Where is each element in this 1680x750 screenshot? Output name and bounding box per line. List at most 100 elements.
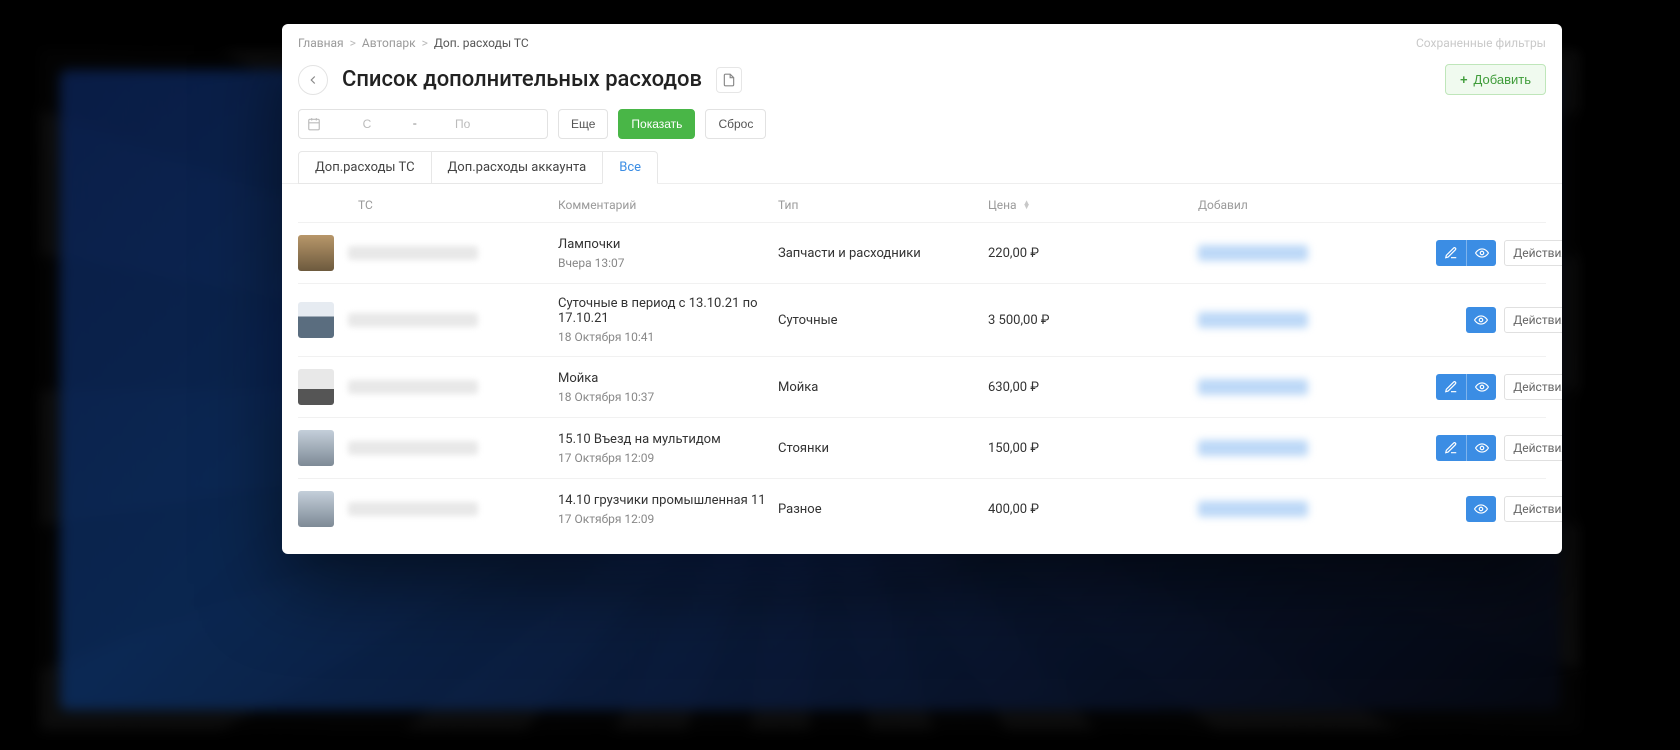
added-by-blurred bbox=[1198, 245, 1308, 261]
comment-date: 18 Октября 10:41 bbox=[558, 330, 768, 344]
edit-icon bbox=[1444, 380, 1458, 394]
comment-date: 18 Октября 10:37 bbox=[558, 390, 768, 404]
vehicle-cell bbox=[298, 302, 548, 338]
eye-icon bbox=[1474, 502, 1488, 516]
comment-date: 17 Октября 12:09 bbox=[558, 451, 768, 465]
tab-2[interactable]: Все bbox=[602, 151, 658, 184]
view-button[interactable] bbox=[1466, 307, 1496, 333]
apply-button[interactable]: Показать bbox=[618, 109, 695, 139]
actions-dropdown-label: Действия bbox=[1513, 380, 1562, 394]
actions-dropdown[interactable]: Действия▾ bbox=[1504, 435, 1562, 461]
type-cell: Запчасти и расходники bbox=[778, 246, 978, 261]
col-type: Тип bbox=[778, 198, 978, 212]
comment-text: Мойка bbox=[558, 371, 768, 386]
sort-icon: ▲▼ bbox=[1023, 201, 1031, 209]
edit-button[interactable] bbox=[1436, 374, 1466, 400]
actions-dropdown[interactable]: Действия▾ bbox=[1504, 496, 1562, 522]
comment-text: Лампочки bbox=[558, 237, 768, 252]
actions-dropdown-label: Действия bbox=[1513, 246, 1562, 260]
type-cell: Стоянки bbox=[778, 441, 978, 456]
eye-icon bbox=[1475, 380, 1489, 394]
arrow-left-icon bbox=[306, 73, 320, 87]
comment-text: 15.10 Въезд на мультидом bbox=[558, 432, 768, 447]
icon-button-group bbox=[1466, 307, 1496, 333]
price-cell: 220,00 ₽ bbox=[988, 246, 1188, 261]
actions-dropdown[interactable]: Действия▾ bbox=[1504, 307, 1562, 333]
comment-text: Суточные в период с 13.10.21 по 17.10.21 bbox=[558, 296, 768, 326]
more-filters-button[interactable]: Еще bbox=[558, 109, 608, 139]
added-by-blurred bbox=[1198, 501, 1308, 517]
page-title: Список дополнительных расходов bbox=[342, 67, 702, 92]
added-by-blurred bbox=[1198, 312, 1308, 328]
breadcrumb-item-fleet[interactable]: Автопарк bbox=[362, 36, 416, 50]
comment-cell: Мойка 18 Октября 10:37 bbox=[558, 371, 768, 404]
view-button[interactable] bbox=[1466, 435, 1496, 461]
vehicle-thumbnail[interactable] bbox=[298, 302, 334, 338]
view-button[interactable] bbox=[1466, 240, 1496, 266]
row-actions: Действия▾ bbox=[1418, 496, 1562, 522]
plus-icon: + bbox=[1460, 72, 1468, 87]
icon-button-group bbox=[1436, 435, 1496, 461]
added-by-cell bbox=[1198, 440, 1408, 456]
icon-button-group bbox=[1466, 496, 1496, 522]
document-icon[interactable] bbox=[716, 67, 742, 93]
saved-filters-link[interactable]: Сохраненные фильтры bbox=[1416, 36, 1546, 50]
col-price[interactable]: Цена ▲▼ bbox=[988, 198, 1188, 212]
view-button[interactable] bbox=[1466, 496, 1496, 522]
price-cell: 3 500,00 ₽ bbox=[988, 313, 1188, 328]
add-button-label: Добавить bbox=[1474, 72, 1531, 87]
expenses-table: ТС Комментарий Тип Цена ▲▼ Добавил Лампо… bbox=[282, 184, 1562, 539]
row-actions: Действия▾ bbox=[1418, 374, 1562, 400]
edit-icon bbox=[1444, 441, 1458, 455]
added-by-cell bbox=[1198, 245, 1408, 261]
comment-date: 17 Октября 12:09 bbox=[558, 512, 768, 526]
main-panel: Главная > Автопарк > Доп. расходы ТС Сох… bbox=[282, 24, 1562, 554]
icon-button-group bbox=[1436, 240, 1496, 266]
filters-row: - Еще Показать Сброс bbox=[282, 109, 1562, 151]
back-button[interactable] bbox=[298, 65, 328, 95]
col-comment: Комментарий bbox=[558, 198, 768, 212]
eye-icon bbox=[1474, 313, 1488, 327]
date-to-input[interactable] bbox=[423, 117, 503, 131]
tab-0[interactable]: Доп.расходы ТС bbox=[298, 151, 432, 184]
vehicle-name-blurred bbox=[348, 380, 478, 394]
table-row: Лампочки Вчера 13:07 Запчасти и расходники… bbox=[298, 222, 1546, 283]
added-by-blurred bbox=[1198, 379, 1308, 395]
date-from-input[interactable] bbox=[327, 117, 407, 131]
vehicle-thumbnail[interactable] bbox=[298, 491, 334, 527]
reset-button[interactable]: Сброс bbox=[705, 109, 766, 139]
comment-cell: 14.10 грузчики промышленная 1117 Октября… bbox=[558, 493, 768, 526]
row-actions: Действия▾ bbox=[1418, 307, 1562, 333]
vehicle-thumbnail[interactable] bbox=[298, 235, 334, 271]
table-row: 15.10 Въезд на мультидом 17 Октября 12:09… bbox=[298, 417, 1546, 478]
vehicle-cell bbox=[298, 491, 548, 527]
vehicle-thumbnail[interactable] bbox=[298, 430, 334, 466]
breadcrumb: Главная > Автопарк > Доп. расходы ТС Сох… bbox=[282, 24, 1562, 56]
actions-dropdown-label: Действия bbox=[1513, 502, 1562, 516]
edit-icon bbox=[1444, 246, 1458, 260]
col-added-by: Добавил bbox=[1198, 198, 1408, 212]
breadcrumb-item-home[interactable]: Главная bbox=[298, 36, 344, 50]
comment-cell: Лампочки Вчера 13:07 bbox=[558, 237, 768, 270]
date-range-picker[interactable]: - bbox=[298, 109, 548, 139]
vehicle-name-blurred bbox=[348, 502, 478, 516]
comment-date: Вчера 13:07 bbox=[558, 256, 768, 270]
actions-dropdown-label: Действия bbox=[1513, 441, 1562, 455]
type-cell: Разное bbox=[778, 502, 978, 517]
edit-button[interactable] bbox=[1436, 240, 1466, 266]
view-button[interactable] bbox=[1466, 374, 1496, 400]
vehicle-thumbnail[interactable] bbox=[298, 369, 334, 405]
icon-button-group bbox=[1436, 374, 1496, 400]
tab-1[interactable]: Доп.расходы аккаунта bbox=[431, 151, 604, 184]
comment-cell: 15.10 Въезд на мультидом 17 Октября 12:09 bbox=[558, 432, 768, 465]
actions-dropdown[interactable]: Действия▾ bbox=[1504, 240, 1562, 266]
price-cell: 400,00 ₽ bbox=[988, 502, 1188, 517]
vehicle-name-blurred bbox=[348, 441, 478, 455]
vehicle-name-blurred bbox=[348, 246, 478, 260]
edit-button[interactable] bbox=[1436, 435, 1466, 461]
actions-dropdown[interactable]: Действия▾ bbox=[1504, 374, 1562, 400]
add-button[interactable]: + Добавить bbox=[1445, 64, 1546, 95]
added-by-cell bbox=[1198, 501, 1408, 517]
col-price-label: Цена bbox=[988, 198, 1017, 212]
eye-icon bbox=[1475, 246, 1489, 260]
